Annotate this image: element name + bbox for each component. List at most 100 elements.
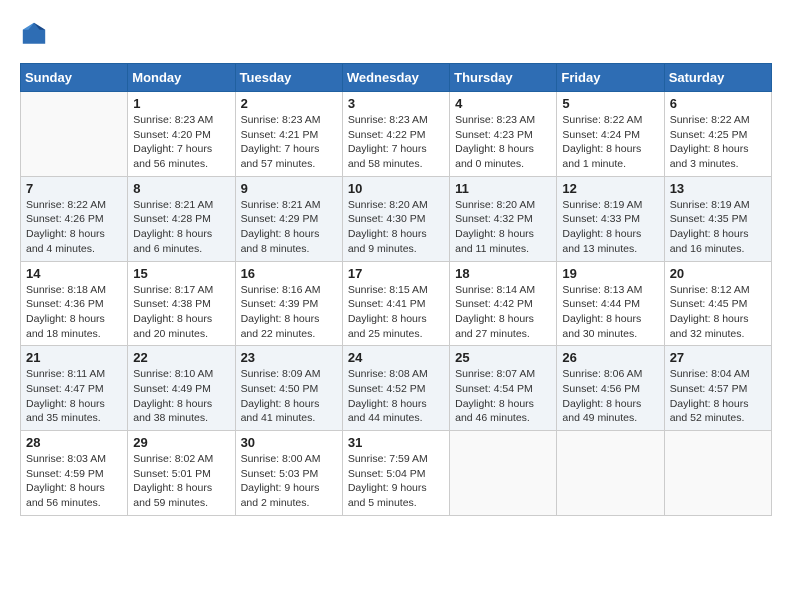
calendar-cell: 9 Sunrise: 8:21 AMSunset: 4:29 PMDaylight… [235, 176, 342, 261]
day-info: Sunrise: 8:21 AMSunset: 4:29 PMDaylight:… [241, 198, 337, 257]
day-number: 11 [455, 181, 551, 196]
day-number: 15 [133, 266, 229, 281]
day-number: 12 [562, 181, 658, 196]
day-number: 25 [455, 350, 551, 365]
day-info: Sunrise: 8:06 AMSunset: 4:56 PMDaylight:… [562, 367, 658, 426]
calendar-cell: 1 Sunrise: 8:23 AMSunset: 4:20 PMDaylight… [128, 92, 235, 177]
week-row-1: 1 Sunrise: 8:23 AMSunset: 4:20 PMDaylight… [21, 92, 772, 177]
day-info: Sunrise: 8:19 AMSunset: 4:33 PMDaylight:… [562, 198, 658, 257]
calendar-cell: 8Sunrise: 8:21 AMSunset: 4:28 PMDaylight… [128, 176, 235, 261]
day-number: 7 [26, 181, 122, 196]
calendar-cell: 10 Sunrise: 8:20 AMSunset: 4:30 PMDayligh… [342, 176, 449, 261]
day-info: Sunrise: 8:23 AMSunset: 4:22 PMDaylight:… [348, 113, 444, 172]
calendar-cell: 21 Sunrise: 8:11 AMSunset: 4:47 PMDayligh… [21, 346, 128, 431]
calendar-cell [557, 431, 664, 516]
day-number: 16 [241, 266, 337, 281]
calendar-cell: 7 Sunrise: 8:22 AMSunset: 4:26 PMDaylight… [21, 176, 128, 261]
day-info: Sunrise: 8:23 AMSunset: 4:20 PMDaylight:… [133, 113, 229, 172]
day-info: Sunrise: 8:16 AMSunset: 4:39 PMDaylight:… [241, 283, 337, 342]
calendar-cell: 20Sunrise: 8:12 AMSunset: 4:45 PMDayligh… [664, 261, 771, 346]
calendar-cell: 14 Sunrise: 8:18 AMSunset: 4:36 PMDayligh… [21, 261, 128, 346]
calendar-cell [21, 92, 128, 177]
day-info: Sunrise: 8:17 AMSunset: 4:38 PMDaylight:… [133, 283, 229, 342]
calendar-cell: 26 Sunrise: 8:06 AMSunset: 4:56 PMDayligh… [557, 346, 664, 431]
calendar-cell: 4Sunrise: 8:23 AMSunset: 4:23 PMDaylight… [450, 92, 557, 177]
day-number: 28 [26, 435, 122, 450]
weekday-header-friday: Friday [557, 64, 664, 92]
logo-icon [20, 20, 48, 48]
calendar-cell: 3Sunrise: 8:23 AMSunset: 4:22 PMDaylight… [342, 92, 449, 177]
day-number: 30 [241, 435, 337, 450]
day-info: Sunrise: 8:18 AMSunset: 4:36 PMDaylight:… [26, 283, 122, 342]
day-number: 19 [562, 266, 658, 281]
day-info: Sunrise: 8:12 AMSunset: 4:45 PMDaylight:… [670, 283, 766, 342]
day-number: 23 [241, 350, 337, 365]
calendar-cell: 16 Sunrise: 8:16 AMSunset: 4:39 PMDayligh… [235, 261, 342, 346]
day-info: Sunrise: 8:22 AMSunset: 4:24 PMDaylight:… [562, 113, 658, 172]
weekday-header-tuesday: Tuesday [235, 64, 342, 92]
day-number: 13 [670, 181, 766, 196]
day-info: Sunrise: 8:13 AMSunset: 4:44 PMDaylight:… [562, 283, 658, 342]
day-number: 22 [133, 350, 229, 365]
day-number: 17 [348, 266, 444, 281]
calendar-cell: 27 Sunrise: 8:04 AMSunset: 4:57 PMDayligh… [664, 346, 771, 431]
calendar-cell: 15 Sunrise: 8:17 AMSunset: 4:38 PMDayligh… [128, 261, 235, 346]
calendar-cell: 31 Sunrise: 7:59 AMSunset: 5:04 PMDayligh… [342, 431, 449, 516]
day-number: 24 [348, 350, 444, 365]
day-info: Sunrise: 8:20 AMSunset: 4:30 PMDaylight:… [348, 198, 444, 257]
day-info: Sunrise: 8:03 AMSunset: 4:59 PMDaylight:… [26, 452, 122, 511]
day-info: Sunrise: 8:23 AMSunset: 4:21 PMDaylight:… [241, 113, 337, 172]
weekday-header-row: SundayMondayTuesdayWednesdayThursdayFrid… [21, 64, 772, 92]
day-number: 10 [348, 181, 444, 196]
day-info: Sunrise: 8:04 AMSunset: 4:57 PMDaylight:… [670, 367, 766, 426]
weekday-header-thursday: Thursday [450, 64, 557, 92]
day-info: Sunrise: 8:22 AMSunset: 4:26 PMDaylight:… [26, 198, 122, 257]
weekday-header-sunday: Sunday [21, 64, 128, 92]
day-number: 31 [348, 435, 444, 450]
day-number: 1 [133, 96, 229, 111]
calendar-cell: 12 Sunrise: 8:19 AMSunset: 4:33 PMDayligh… [557, 176, 664, 261]
day-info: Sunrise: 8:11 AMSunset: 4:47 PMDaylight:… [26, 367, 122, 426]
calendar-cell: 30 Sunrise: 8:00 AMSunset: 5:03 PMDayligh… [235, 431, 342, 516]
day-info: Sunrise: 8:21 AMSunset: 4:28 PMDaylight:… [133, 198, 229, 257]
calendar-cell: 11 Sunrise: 8:20 AMSunset: 4:32 PMDayligh… [450, 176, 557, 261]
calendar-cell: 29 Sunrise: 8:02 AMSunset: 5:01 PMDayligh… [128, 431, 235, 516]
day-info: Sunrise: 7:59 AMSunset: 5:04 PMDaylight:… [348, 452, 444, 511]
day-info: Sunrise: 8:07 AMSunset: 4:54 PMDaylight:… [455, 367, 551, 426]
day-info: Sunrise: 8:10 AMSunset: 4:49 PMDaylight:… [133, 367, 229, 426]
calendar-cell: 2 Sunrise: 8:23 AMSunset: 4:21 PMDaylight… [235, 92, 342, 177]
calendar: SundayMondayTuesdayWednesdayThursdayFrid… [20, 63, 772, 516]
day-number: 9 [241, 181, 337, 196]
day-info: Sunrise: 8:23 AMSunset: 4:23 PMDaylight:… [455, 113, 551, 172]
day-number: 21 [26, 350, 122, 365]
calendar-cell: 28 Sunrise: 8:03 AMSunset: 4:59 PMDayligh… [21, 431, 128, 516]
week-row-4: 21 Sunrise: 8:11 AMSunset: 4:47 PMDayligh… [21, 346, 772, 431]
day-number: 6 [670, 96, 766, 111]
day-info: Sunrise: 8:08 AMSunset: 4:52 PMDaylight:… [348, 367, 444, 426]
calendar-cell: 19 Sunrise: 8:13 AMSunset: 4:44 PMDayligh… [557, 261, 664, 346]
logo [20, 20, 52, 48]
calendar-cell [664, 431, 771, 516]
calendar-cell: 24 Sunrise: 8:08 AMSunset: 4:52 PMDayligh… [342, 346, 449, 431]
day-number: 2 [241, 96, 337, 111]
day-info: Sunrise: 8:20 AMSunset: 4:32 PMDaylight:… [455, 198, 551, 257]
day-number: 29 [133, 435, 229, 450]
week-row-3: 14 Sunrise: 8:18 AMSunset: 4:36 PMDayligh… [21, 261, 772, 346]
day-info: Sunrise: 8:22 AMSunset: 4:25 PMDaylight:… [670, 113, 766, 172]
week-row-2: 7 Sunrise: 8:22 AMSunset: 4:26 PMDaylight… [21, 176, 772, 261]
day-number: 26 [562, 350, 658, 365]
day-number: 27 [670, 350, 766, 365]
day-info: Sunrise: 8:14 AMSunset: 4:42 PMDaylight:… [455, 283, 551, 342]
weekday-header-saturday: Saturday [664, 64, 771, 92]
day-number: 18 [455, 266, 551, 281]
calendar-cell: 6 Sunrise: 8:22 AMSunset: 4:25 PMDaylight… [664, 92, 771, 177]
calendar-cell: 13 Sunrise: 8:19 AMSunset: 4:35 PMDayligh… [664, 176, 771, 261]
day-number: 14 [26, 266, 122, 281]
day-info: Sunrise: 8:15 AMSunset: 4:41 PMDaylight:… [348, 283, 444, 342]
day-info: Sunrise: 8:00 AMSunset: 5:03 PMDaylight:… [241, 452, 337, 511]
day-info: Sunrise: 8:09 AMSunset: 4:50 PMDaylight:… [241, 367, 337, 426]
day-number: 5 [562, 96, 658, 111]
day-info: Sunrise: 8:19 AMSunset: 4:35 PMDaylight:… [670, 198, 766, 257]
calendar-cell: 22 Sunrise: 8:10 AMSunset: 4:49 PMDayligh… [128, 346, 235, 431]
day-info: Sunrise: 8:02 AMSunset: 5:01 PMDaylight:… [133, 452, 229, 511]
